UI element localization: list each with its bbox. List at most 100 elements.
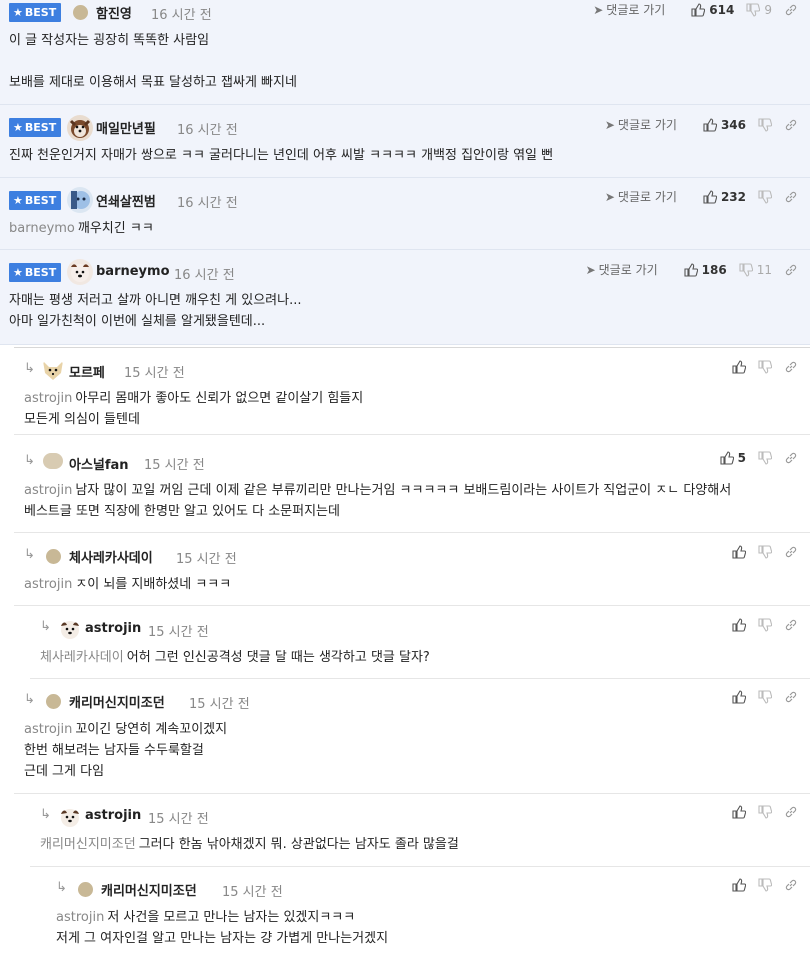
like-button[interactable] (732, 878, 746, 892)
avatar[interactable] (43, 453, 63, 469)
mention[interactable]: astrojin (24, 722, 72, 737)
timestamp: 15 시간 전 (189, 697, 250, 712)
dislike-button[interactable] (758, 805, 772, 819)
timestamp: 15 시간 전 (148, 625, 209, 640)
avatar[interactable] (58, 805, 82, 829)
avatar[interactable] (78, 882, 93, 897)
thumbs-up-icon (732, 545, 746, 559)
dislike-button[interactable] (758, 690, 772, 704)
comment-body: barneymo 깨우치긴 ㅋㅋ (9, 221, 154, 236)
thumbs-down-icon (758, 189, 772, 204)
avatar[interactable] (58, 617, 82, 641)
dislike-count: 9 (764, 2, 772, 17)
dislike-button[interactable] (758, 189, 772, 204)
goto-comment-link[interactable]: ➤ 댓글로 가기 (605, 188, 677, 205)
mention[interactable]: astrojin (56, 910, 104, 925)
author-nickname[interactable]: 연쇄살찐범 (96, 191, 156, 210)
comment-actions (720, 878, 798, 892)
mention[interactable]: astrojin (24, 391, 72, 406)
reply-comment: ↳ astrojin 15 시간 전 캐리머신지미조던 그러다 한놈 낚아채겠지 … (30, 794, 810, 867)
thumbs-up-icon (732, 618, 746, 632)
like-button[interactable]: 346 (703, 118, 746, 132)
comment-body: astrojin 저 사건을 모르고 만나는 남자는 있겠지ㅋㅋㅋ 저게 그 여자… (56, 910, 389, 946)
avatar[interactable] (67, 259, 93, 285)
comment-actions (720, 805, 798, 819)
like-button[interactable]: 186 (684, 263, 727, 277)
author-nickname[interactable]: 아스널fan (69, 454, 129, 473)
mention[interactable]: 체사레카사데이 (40, 650, 124, 665)
timestamp: 16 시간 전 (174, 268, 235, 283)
timestamp: 16 시간 전 (177, 196, 238, 211)
comment-actions: ➤ 댓글로 가기 232 (605, 188, 798, 205)
like-button[interactable]: 614 (691, 3, 734, 17)
avatar[interactable] (67, 187, 93, 213)
like-count: 5 (737, 451, 746, 465)
like-button[interactable] (732, 618, 746, 632)
avatar[interactable] (46, 694, 61, 709)
link-icon (785, 691, 797, 703)
avatar[interactable] (46, 549, 61, 564)
avatar[interactable] (73, 5, 88, 20)
author-nickname[interactable]: 캐리머신지미조던 (69, 692, 165, 711)
link-button[interactable] (784, 263, 798, 277)
thumbs-down-icon (758, 545, 772, 559)
author-nickname[interactable]: 모르페 (69, 362, 105, 381)
avatar[interactable] (41, 358, 65, 382)
thumbs-down-icon (758, 805, 772, 819)
best-badge: ★ BEST (9, 263, 62, 282)
mention[interactable]: barneymo (9, 221, 75, 236)
link-button[interactable] (784, 545, 798, 559)
author-nickname[interactable]: barneymo (96, 264, 170, 279)
mention[interactable]: astrojin (24, 577, 72, 592)
like-button[interactable]: 5 (720, 451, 746, 465)
like-button[interactable] (732, 690, 746, 704)
dislike-button[interactable] (758, 451, 772, 465)
author-nickname[interactable]: 함진영 (96, 3, 132, 22)
reply-arrow-icon: ↳ (24, 361, 35, 376)
reply-arrow-icon: ↳ (24, 547, 35, 562)
dislike-button[interactable] (758, 618, 772, 632)
timestamp: 15 시간 전 (144, 458, 205, 473)
link-button[interactable] (784, 805, 798, 819)
link-button[interactable] (784, 618, 798, 632)
comment-actions: 5 (708, 451, 798, 465)
link-button[interactable] (784, 3, 798, 17)
comment-body: astrojin ㅈ이 뇌를 지배하셨네 ㅋㅋㅋ (24, 577, 232, 592)
star-icon: ★ (13, 194, 23, 207)
author-nickname[interactable]: 체사레카사데이 (69, 547, 153, 566)
timestamp: 16 시간 전 (177, 123, 238, 138)
author-nickname[interactable]: 매일만년필 (96, 118, 156, 137)
reply-arrow-icon: ↳ (56, 880, 67, 895)
goto-comment-link[interactable]: ➤ 댓글로 가기 (586, 261, 658, 278)
author-nickname[interactable]: astrojin (85, 808, 141, 823)
mention[interactable]: astrojin (24, 483, 72, 498)
comment-actions (720, 618, 798, 632)
dislike-button[interactable] (758, 878, 772, 892)
author-nickname[interactable]: astrojin (85, 621, 141, 636)
like-count: 186 (701, 262, 727, 277)
like-button[interactable] (732, 360, 746, 374)
author-nickname[interactable]: 캐리머신지미조던 (101, 880, 197, 899)
like-button[interactable] (732, 545, 746, 559)
dislike-button[interactable]: 9 (746, 3, 772, 17)
like-button[interactable]: 232 (703, 190, 746, 204)
like-button[interactable] (732, 805, 746, 819)
reply-comment: ↳ 캐리머신지미조던 15 시간 전 astrojin 꼬이긴 당연히 계속꼬이겠… (14, 679, 810, 794)
link-button[interactable] (784, 690, 798, 704)
goto-comment-link[interactable]: ➤ 댓글로 가기 (605, 116, 677, 133)
link-button[interactable] (784, 878, 798, 892)
comment-actions (720, 545, 798, 559)
goto-comment-link[interactable]: ➤ 댓글로 가기 (593, 1, 665, 18)
dislike-button[interactable] (758, 360, 772, 374)
link-icon (785, 546, 797, 558)
mention[interactable]: 캐리머신지미조던 (40, 837, 136, 852)
link-button[interactable] (784, 360, 798, 374)
dislike-button[interactable] (758, 545, 772, 559)
comment-body: astrojin 꼬이긴 당연히 계속꼬이겠지 한번 해보려는 남자들 수두룩할걸… (24, 722, 228, 779)
link-button[interactable] (784, 451, 798, 465)
avatar[interactable] (67, 115, 93, 141)
link-button[interactable] (784, 190, 798, 204)
dislike-button[interactable] (758, 117, 772, 132)
link-button[interactable] (784, 118, 798, 132)
dislike-button[interactable]: 11 (739, 263, 772, 277)
